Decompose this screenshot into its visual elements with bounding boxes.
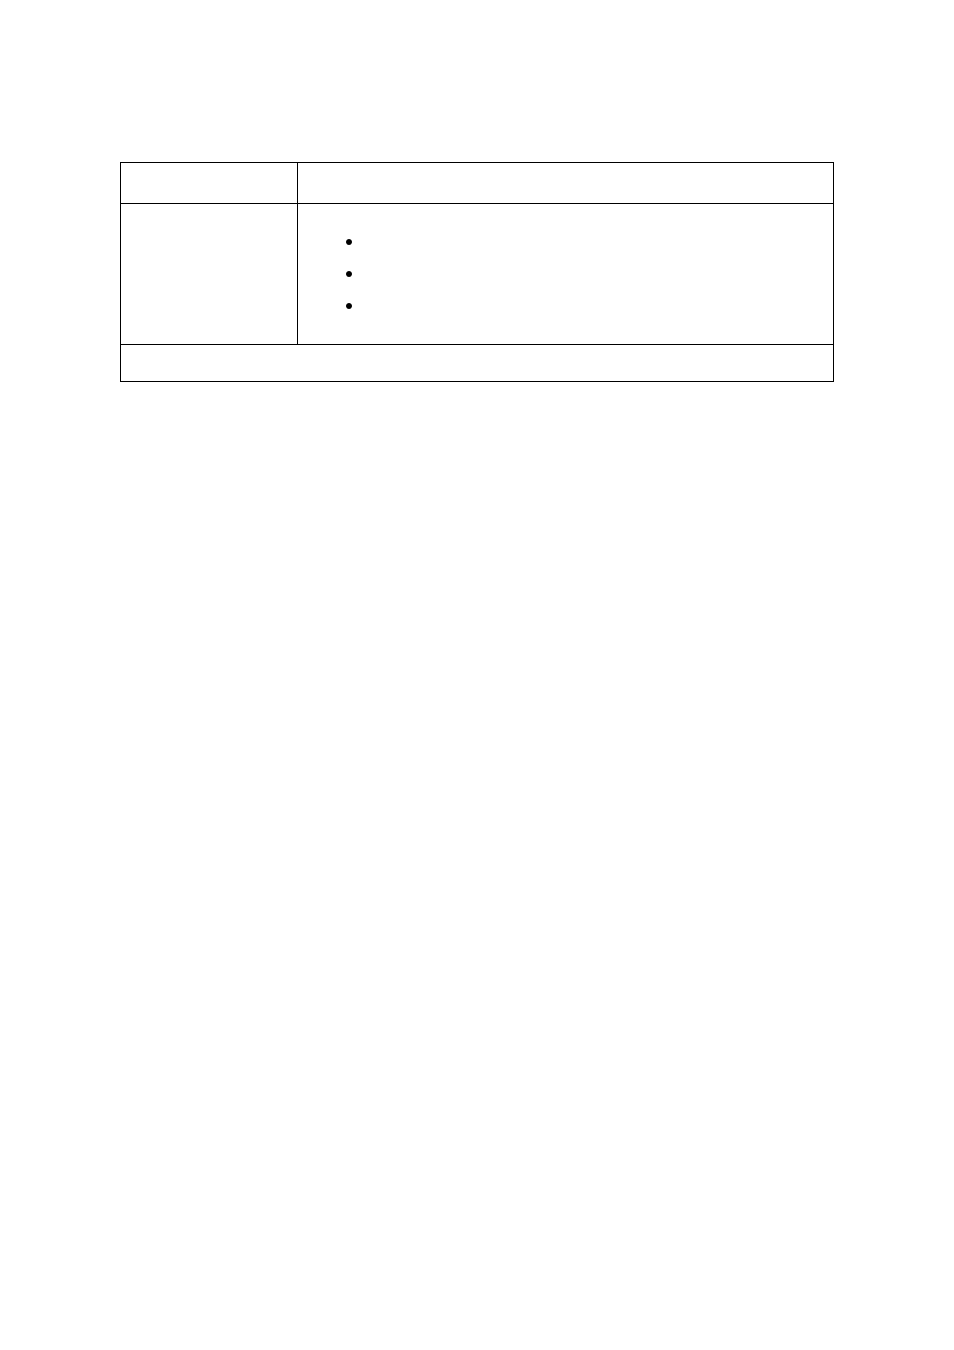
body-cell-right	[298, 204, 833, 344]
list-item	[346, 226, 833, 258]
list-item	[346, 258, 833, 290]
table-header-row	[121, 163, 833, 204]
body-cell-left	[121, 204, 298, 344]
footer-cell	[121, 345, 833, 381]
header-cell-left	[121, 163, 298, 203]
header-cell-right	[298, 163, 833, 203]
table-body-row	[121, 204, 833, 345]
table-footer-row	[121, 345, 833, 381]
list-item	[346, 290, 833, 322]
bullet-list	[298, 204, 833, 344]
table	[120, 162, 834, 382]
